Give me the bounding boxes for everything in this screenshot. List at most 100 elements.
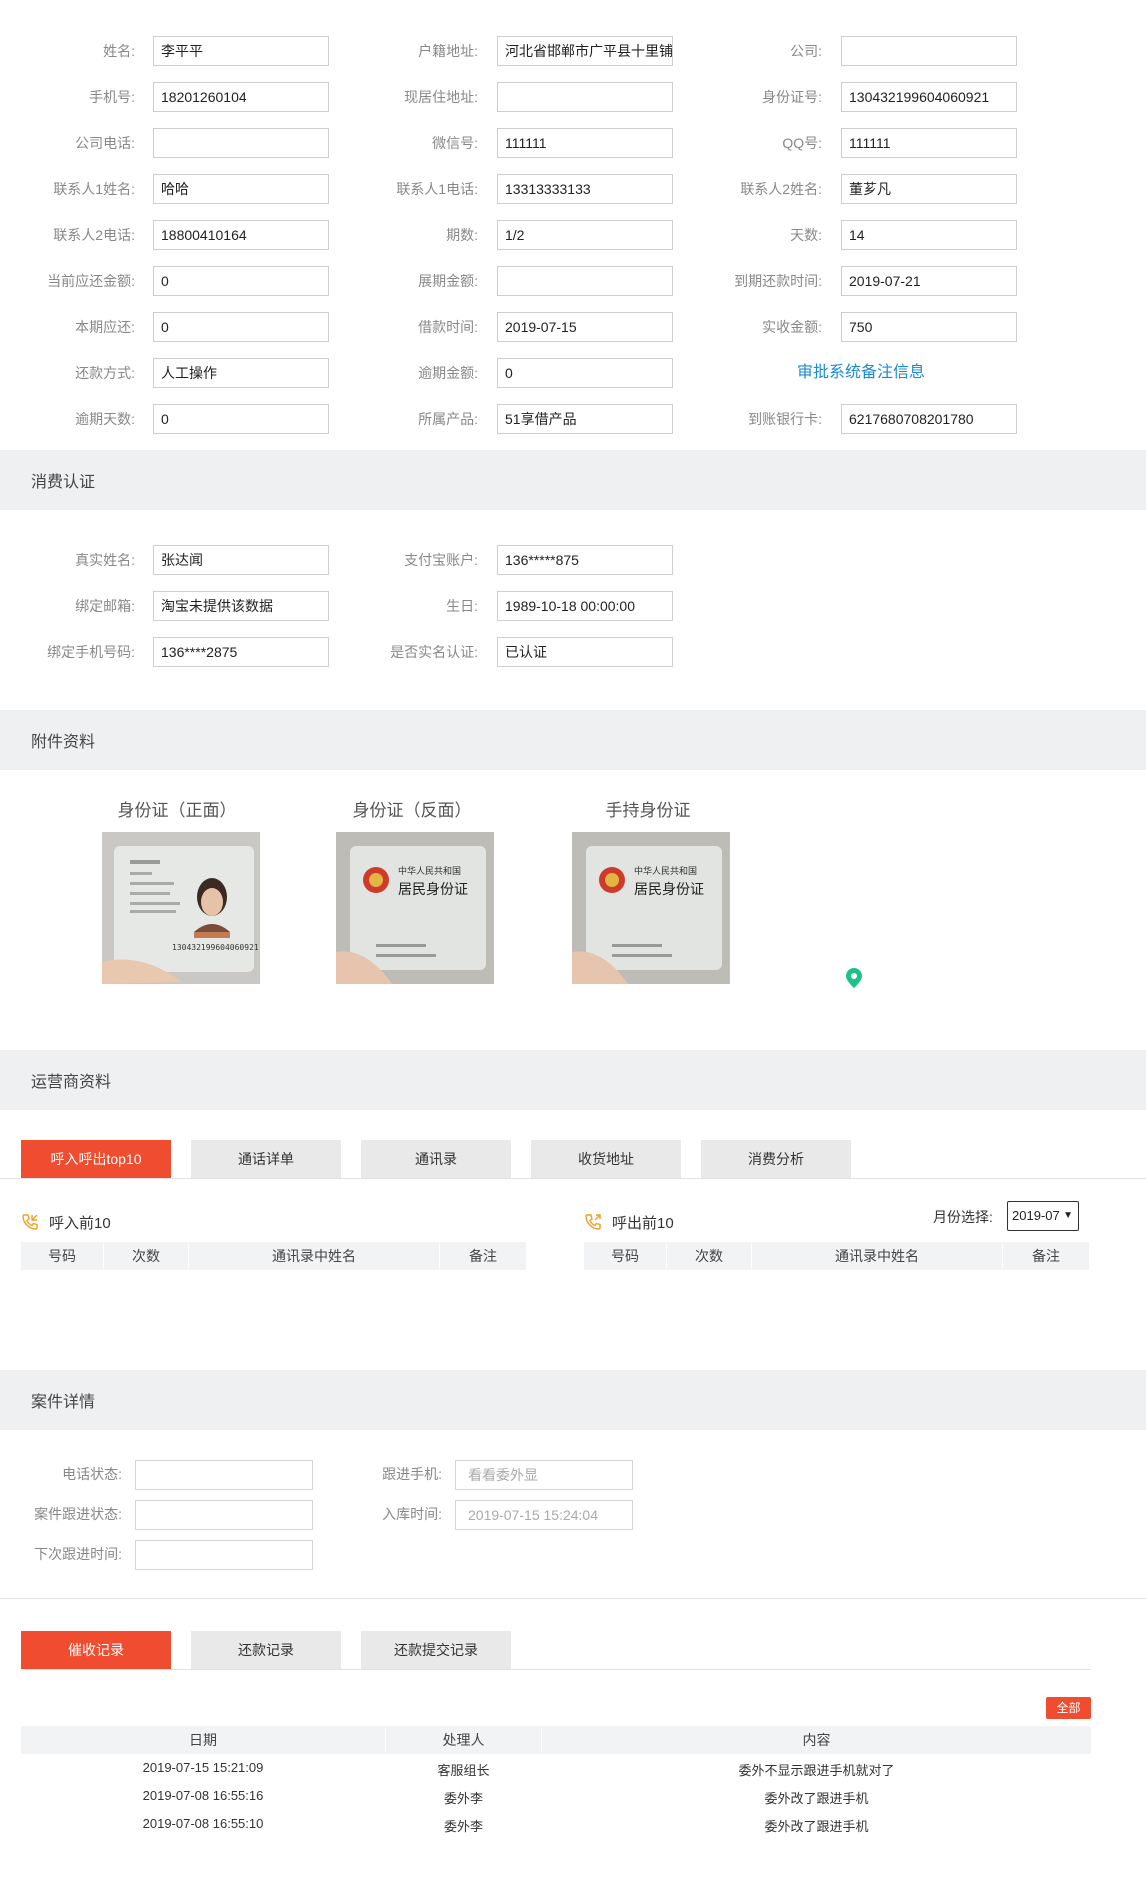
- id-back-image[interactable]: 中华人民共和国 居民身份证: [336, 832, 494, 984]
- tab-top10[interactable]: 呼入呼出top10: [21, 1140, 171, 1178]
- table-row: 2019-07-08 16:55:10 委外李 委外改了跟进手机: [21, 1813, 1091, 1837]
- tab-contacts[interactable]: 通讯录: [361, 1140, 511, 1178]
- handler-cell: 委外李: [443, 1791, 483, 1806]
- contact2-phone-label: 联系人2电话:: [53, 227, 135, 243]
- company-phone-field[interactable]: [153, 128, 329, 158]
- received-label: 实收金额:: [762, 319, 822, 335]
- hukou-label: 户籍地址:: [418, 43, 478, 59]
- follow-status-input[interactable]: [135, 1500, 313, 1530]
- approval-notes-link[interactable]: 审批系统备注信息: [797, 359, 925, 387]
- current-due-field[interactable]: 0: [153, 266, 329, 296]
- country-text: 中华人民共和国: [398, 865, 461, 876]
- repay-method-field[interactable]: 人工操作: [153, 358, 329, 388]
- attachment-title: 身份证（正面）: [117, 801, 237, 820]
- birthday-field[interactable]: 1989-10-18 00:00:00: [497, 591, 673, 621]
- tab-divider: [0, 1178, 1146, 1179]
- extension-field[interactable]: [497, 266, 673, 296]
- country-text: 中华人民共和国: [634, 865, 697, 876]
- column-header: 号码: [48, 1248, 76, 1264]
- contact2-phone-field[interactable]: 18800410164: [153, 220, 329, 250]
- residence-label: 现居住地址:: [404, 89, 478, 105]
- bank-card-label: 到账银行卡:: [748, 411, 822, 427]
- tab-repayment-submit-records[interactable]: 还款提交记录: [361, 1631, 511, 1669]
- stored-time-label: 入库时间:: [382, 1506, 442, 1522]
- column-header: 日期: [189, 1732, 217, 1748]
- wechat-field[interactable]: 111111: [497, 128, 673, 158]
- contact1-phone-field[interactable]: 13313333133: [497, 174, 673, 204]
- product-label: 所属产品:: [418, 411, 478, 427]
- contact2-name-field[interactable]: 董芗凡: [841, 174, 1017, 204]
- consumption-section-header: 消费认证: [0, 450, 1146, 510]
- days-field[interactable]: 14: [841, 220, 1017, 250]
- attachment-title: 手持身份证: [605, 801, 691, 820]
- content-cell: 委外改了跟进手机: [764, 1819, 869, 1834]
- tab-divider: [21, 1669, 1091, 1670]
- alipay-field[interactable]: 136*****875: [497, 545, 673, 575]
- stored-time-input[interactable]: 2019-07-15 15:24:04: [455, 1500, 633, 1530]
- month-select[interactable]: 2019-07 ▼: [1007, 1201, 1079, 1231]
- next-follow-input[interactable]: [135, 1540, 313, 1570]
- tab-collection-records[interactable]: 催收记录: [21, 1631, 171, 1669]
- received-field[interactable]: 750: [841, 312, 1017, 342]
- tab-consumption-analysis[interactable]: 消费分析: [701, 1140, 851, 1178]
- records-table-header: 日期 处理人 内容: [21, 1726, 1091, 1754]
- id-handheld-image[interactable]: 中华人民共和国 居民身份证: [572, 832, 730, 984]
- date-cell: 2019-07-15 15:21:09: [142, 1760, 264, 1775]
- date-cell: 2019-07-08 16:55:10: [142, 1816, 264, 1831]
- overdue-amount-field[interactable]: 0: [497, 358, 673, 388]
- tab-call-details[interactable]: 通话详单: [191, 1140, 341, 1178]
- bank-card-field[interactable]: 6217680708201780: [841, 404, 1017, 434]
- email-field[interactable]: 淘宝未提供该数据: [153, 591, 329, 621]
- idno-field[interactable]: 130432199604060921: [841, 82, 1017, 112]
- doc-text: 居民身份证: [398, 881, 468, 897]
- attachment-title: 身份证（反面）: [352, 801, 472, 820]
- all-button[interactable]: 全部: [1046, 1697, 1091, 1719]
- this-due-field[interactable]: 0: [153, 312, 329, 342]
- loan-time-field[interactable]: 2019-07-15: [497, 312, 673, 342]
- birthday-label: 生日:: [446, 598, 478, 614]
- chevron-down-icon: ▼: [1063, 1210, 1073, 1221]
- tab-shipping-address[interactable]: 收货地址: [531, 1140, 681, 1178]
- handler-cell: 委外李: [443, 1819, 483, 1834]
- column-header: 次数: [695, 1248, 723, 1264]
- phone-field[interactable]: 18201260104: [153, 82, 329, 112]
- company-field[interactable]: [841, 36, 1017, 66]
- due-time-label: 到期还款时间:: [734, 273, 822, 289]
- follow-phone-input[interactable]: 看看委外显: [455, 1460, 633, 1490]
- id-number-text: 130432199604060921: [172, 943, 259, 952]
- contact1-name-field[interactable]: 哈哈: [153, 174, 329, 204]
- divider: [0, 1598, 1146, 1599]
- period-label: 期数:: [446, 227, 478, 243]
- follow-status-label: 案件跟进状态:: [34, 1506, 122, 1522]
- phone-status-input[interactable]: [135, 1460, 313, 1490]
- residence-field[interactable]: [497, 82, 673, 112]
- outgoing-table-header: 号码 次数 通讯录中姓名 备注: [584, 1242, 1089, 1270]
- due-time-field[interactable]: 2019-07-21: [841, 266, 1017, 296]
- hukou-field[interactable]: 河北省邯郸市广平县十里铺: [497, 36, 673, 66]
- period-field[interactable]: 1/2: [497, 220, 673, 250]
- real-name-field[interactable]: 张达闻: [153, 545, 329, 575]
- contact2-name-label: 联系人2姓名:: [740, 181, 822, 197]
- overdue-amount-label: 逾期金额:: [418, 365, 478, 381]
- outgoing-phone-icon: [584, 1213, 602, 1234]
- contact1-name-label: 联系人1姓名:: [53, 181, 135, 197]
- incoming-table-header: 号码 次数 通讯录中姓名 备注: [21, 1242, 526, 1270]
- doc-text: 居民身份证: [634, 881, 704, 897]
- realname-auth-field[interactable]: 已认证: [497, 637, 673, 667]
- product-field[interactable]: 51享借产品: [497, 404, 673, 434]
- qq-field[interactable]: 111111: [841, 128, 1017, 158]
- tab-repayment-records[interactable]: 还款记录: [191, 1631, 341, 1669]
- column-header: 内容: [802, 1732, 831, 1748]
- id-front-image[interactable]: 130432199604060921: [102, 832, 260, 984]
- phone-status-label: 电话状态:: [62, 1466, 122, 1482]
- location-pin-icon[interactable]: [846, 968, 862, 991]
- phone-label: 手机号:: [89, 89, 135, 105]
- column-header: 通讯录中姓名: [272, 1248, 356, 1264]
- column-header: 备注: [469, 1248, 497, 1264]
- content-cell: 委外改了跟进手机: [764, 1791, 869, 1806]
- name-field[interactable]: 李平平: [153, 36, 329, 66]
- overdue-days-field[interactable]: 0: [153, 404, 329, 434]
- bind-phone-field[interactable]: 136****2875: [153, 637, 329, 667]
- column-header: 号码: [611, 1248, 639, 1264]
- operator-section-header: 运营商资料: [0, 1050, 1146, 1110]
